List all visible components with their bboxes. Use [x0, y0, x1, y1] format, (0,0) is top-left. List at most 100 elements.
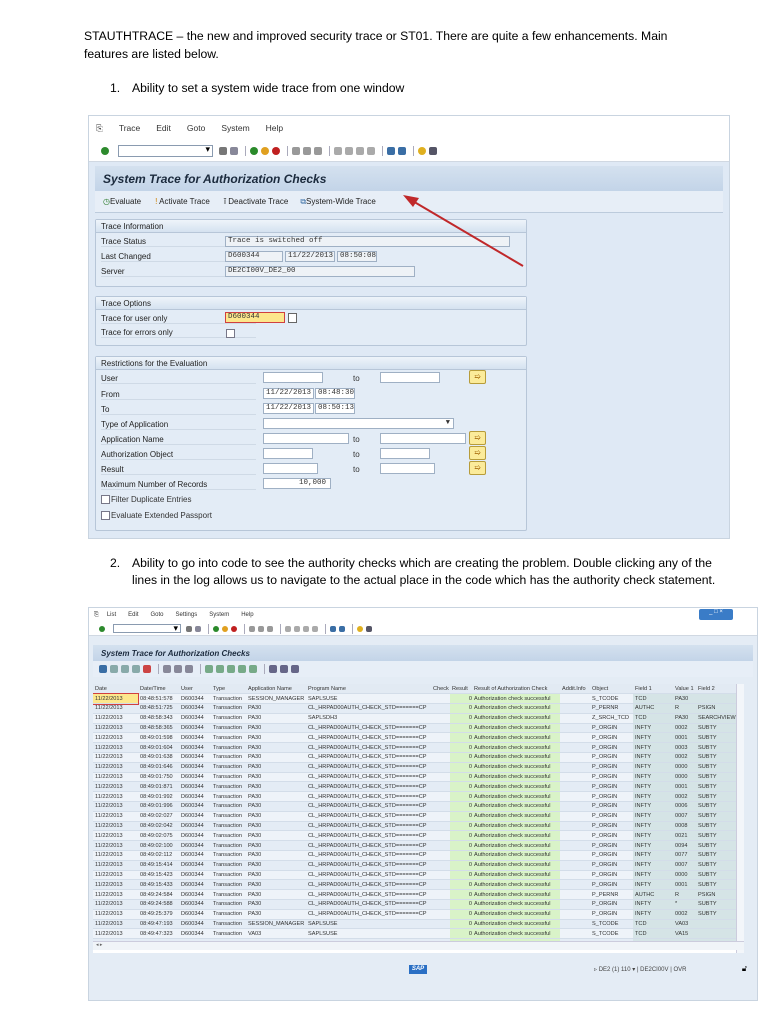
table-cell[interactable]: 0001	[673, 732, 696, 744]
table-row[interactable]: 11/22/2013 08:48:51:725 D600344 Transaction…	[93, 703, 736, 714]
table-cell[interactable]: D600344	[179, 781, 211, 793]
column-header[interactable]: Program Name	[306, 684, 431, 695]
table-cell[interactable]: PA30	[246, 781, 306, 793]
table-cell[interactable]: PA30	[246, 870, 306, 881]
table-cell[interactable]: 08:49:02:075	[138, 830, 179, 842]
table-cell[interactable]: Authorization check successful	[472, 889, 560, 901]
table-cell[interactable]: CL_HRPAD00AUTH_CHECK_STD=======CP	[306, 742, 431, 754]
table-cell[interactable]: Authorization check successful	[472, 811, 560, 822]
table-cell[interactable]: 08:49:01:996	[138, 801, 179, 812]
layout-icon[interactable]	[366, 625, 372, 632]
table-cell[interactable]: 0001	[673, 781, 696, 793]
cancel-icon[interactable]	[231, 625, 237, 632]
table-cell[interactable]: SAPLSDH3	[306, 713, 431, 724]
menu-edit[interactable]: Edit	[128, 612, 138, 618]
table-row[interactable]: 11/22/2013 08:49:01:598 D600344 Transaction…	[93, 732, 736, 744]
table-cell[interactable]: SUBTY	[696, 860, 736, 871]
table-cell[interactable]	[696, 928, 736, 940]
table-cell[interactable]: 11/22/2013	[93, 879, 138, 891]
table-cell[interactable]: CL_HRPAD00AUTH_CHECK_STD=======CP	[306, 909, 431, 920]
table-cell[interactable]: 08:49:25:379	[138, 909, 179, 920]
table-cell[interactable]	[431, 781, 450, 793]
table-cell[interactable]: INFTY	[633, 772, 673, 783]
table-cell[interactable]: SUBTY	[696, 752, 736, 763]
table-cell[interactable]: 0003	[673, 742, 696, 754]
table-cell[interactable]: SAPLSUSE	[306, 919, 431, 930]
table-cell[interactable]: PA30	[246, 909, 306, 920]
table-cell[interactable]: Transaction	[211, 850, 246, 861]
table-cell[interactable]: 08:49:24:588	[138, 899, 179, 910]
table-cell[interactable]: Transaction	[211, 703, 246, 714]
table-cell[interactable]: INFTY	[633, 732, 673, 744]
table-cell[interactable]: 0	[450, 723, 472, 734]
table-cell[interactable]: 08:49:15:414	[138, 860, 179, 871]
table-cell[interactable]: Authorization check successful	[472, 850, 560, 861]
table-cell[interactable]	[560, 723, 590, 734]
table-cell[interactable]: Transaction	[211, 723, 246, 734]
table-cell[interactable]: 0008	[673, 821, 696, 832]
table-cell[interactable]: 08:49:01:638	[138, 752, 179, 763]
table-cell[interactable]	[560, 791, 590, 803]
vertical-scrollbar[interactable]	[736, 684, 744, 953]
table-cell[interactable]: D600344	[179, 742, 211, 754]
table-cell[interactable]: Authorization check successful	[472, 919, 560, 930]
table-cell[interactable]: PA30	[246, 821, 306, 832]
table-cell[interactable]: Z_SRCH_TCD	[590, 713, 633, 724]
table-cell[interactable]: INFTY	[633, 801, 673, 812]
table-cell[interactable]: Authorization check successful	[472, 801, 560, 812]
table-cell[interactable]: 0007	[673, 811, 696, 822]
table-cell[interactable]: SUBTY	[696, 821, 736, 832]
table-row[interactable]: 11/22/2013 08:49:02:075 D600344 Transaction…	[93, 830, 736, 842]
table-cell[interactable]	[431, 723, 450, 734]
table-cell[interactable]: Transaction	[211, 919, 246, 930]
table-cell[interactable]: 0	[450, 909, 472, 920]
table-cell[interactable]: CL_HRPAD00AUTH_CHECK_STD=======CP	[306, 860, 431, 871]
table-cell[interactable]: CL_HRPAD00AUTH_CHECK_STD=======CP	[306, 781, 431, 793]
table-row[interactable]: 11/22/2013 08:49:47:193 D600344 Transaction…	[93, 919, 736, 930]
table-cell[interactable]: SAPLSUSE	[306, 928, 431, 940]
table-cell[interactable]: PA30	[246, 879, 306, 891]
table-cell[interactable]: Transaction	[211, 821, 246, 832]
column-header[interactable]: Result	[450, 684, 472, 695]
table-cell[interactable]: P_ORGIN	[590, 899, 633, 910]
table-cell[interactable]: 11/22/2013	[93, 811, 138, 822]
table-cell[interactable]: TCD	[633, 919, 673, 930]
table-cell[interactable]: CL_HRPAD00AUTH_CHECK_STD=======CP	[306, 732, 431, 744]
table-cell[interactable]: SESSION_MANAGER	[246, 693, 306, 705]
table-cell[interactable]: 08:49:15:433	[138, 879, 179, 891]
menu-icon[interactable]: ⎘	[94, 612, 99, 619]
lock-icon[interactable]: 🔓︎	[742, 964, 747, 974]
table-cell[interactable]	[560, 752, 590, 763]
table-cell[interactable]: PA30	[246, 703, 306, 714]
table-cell[interactable]: 11/22/2013	[93, 762, 138, 773]
table-cell[interactable]: INFTY	[633, 811, 673, 822]
table-cell[interactable]: Authorization check successful	[472, 693, 560, 705]
table-cell[interactable]: P_ORGIN	[590, 772, 633, 783]
table-cell[interactable]: Authorization check successful	[472, 909, 560, 920]
column-header[interactable]: Addit.Info	[560, 684, 590, 695]
table-row[interactable]: 11/22/2013 08:49:01:750 D600344 Transaction…	[93, 772, 736, 783]
table-cell[interactable]: 0094	[673, 840, 696, 852]
table-cell[interactable]: INFTY	[633, 909, 673, 920]
table-row[interactable]: 11/22/2013 08:49:01:871 D600344 Transaction…	[93, 781, 736, 793]
save-icon[interactable]	[195, 625, 201, 632]
table-cell[interactable]: PA30	[673, 693, 696, 705]
table-cell[interactable]: SUBTY	[696, 830, 736, 842]
table-cell[interactable]: 0	[450, 693, 472, 705]
table-cell[interactable]	[431, 772, 450, 783]
table-cell[interactable]: SUBTY	[696, 840, 736, 852]
table-cell[interactable]: 11/22/2013	[93, 791, 138, 803]
table-cell[interactable]: 11/22/2013	[93, 713, 138, 724]
table-cell[interactable]: PA30	[246, 840, 306, 852]
table-cell[interactable]: PSIGN	[696, 703, 736, 714]
table-cell[interactable]: D600344	[179, 830, 211, 842]
column-header[interactable]: Value 1	[673, 684, 696, 695]
table-cell[interactable]: Transaction	[211, 840, 246, 852]
table-cell[interactable]: Transaction	[211, 732, 246, 744]
table-cell[interactable]	[431, 928, 450, 940]
table-cell[interactable]	[560, 899, 590, 910]
table-cell[interactable]: PA30	[246, 830, 306, 842]
table-cell[interactable]: Authorization check successful	[472, 899, 560, 910]
table-cell[interactable]	[560, 909, 590, 920]
table-cell[interactable]: INFTY	[633, 821, 673, 832]
